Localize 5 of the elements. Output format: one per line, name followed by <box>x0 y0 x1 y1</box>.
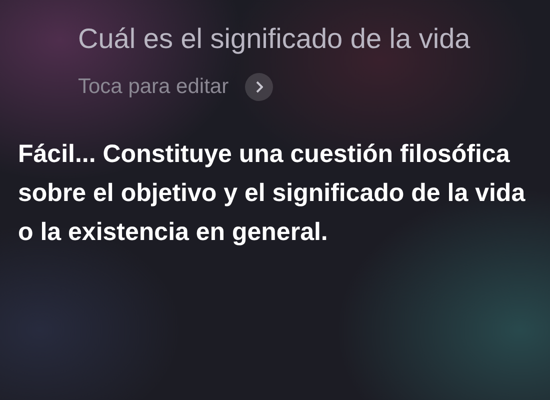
chevron-icon <box>254 80 263 93</box>
query-text: Cuál es el significado de la vida <box>78 22 472 56</box>
edit-hint[interactable]: Toca para editar <box>78 71 229 102</box>
answer-text: Fácil... Constituye una cuestión filosófica sobre el objetivo y el significado de la vida o la existencia en general. <box>18 138 526 248</box>
edit-button[interactable] <box>244 72 273 101</box>
